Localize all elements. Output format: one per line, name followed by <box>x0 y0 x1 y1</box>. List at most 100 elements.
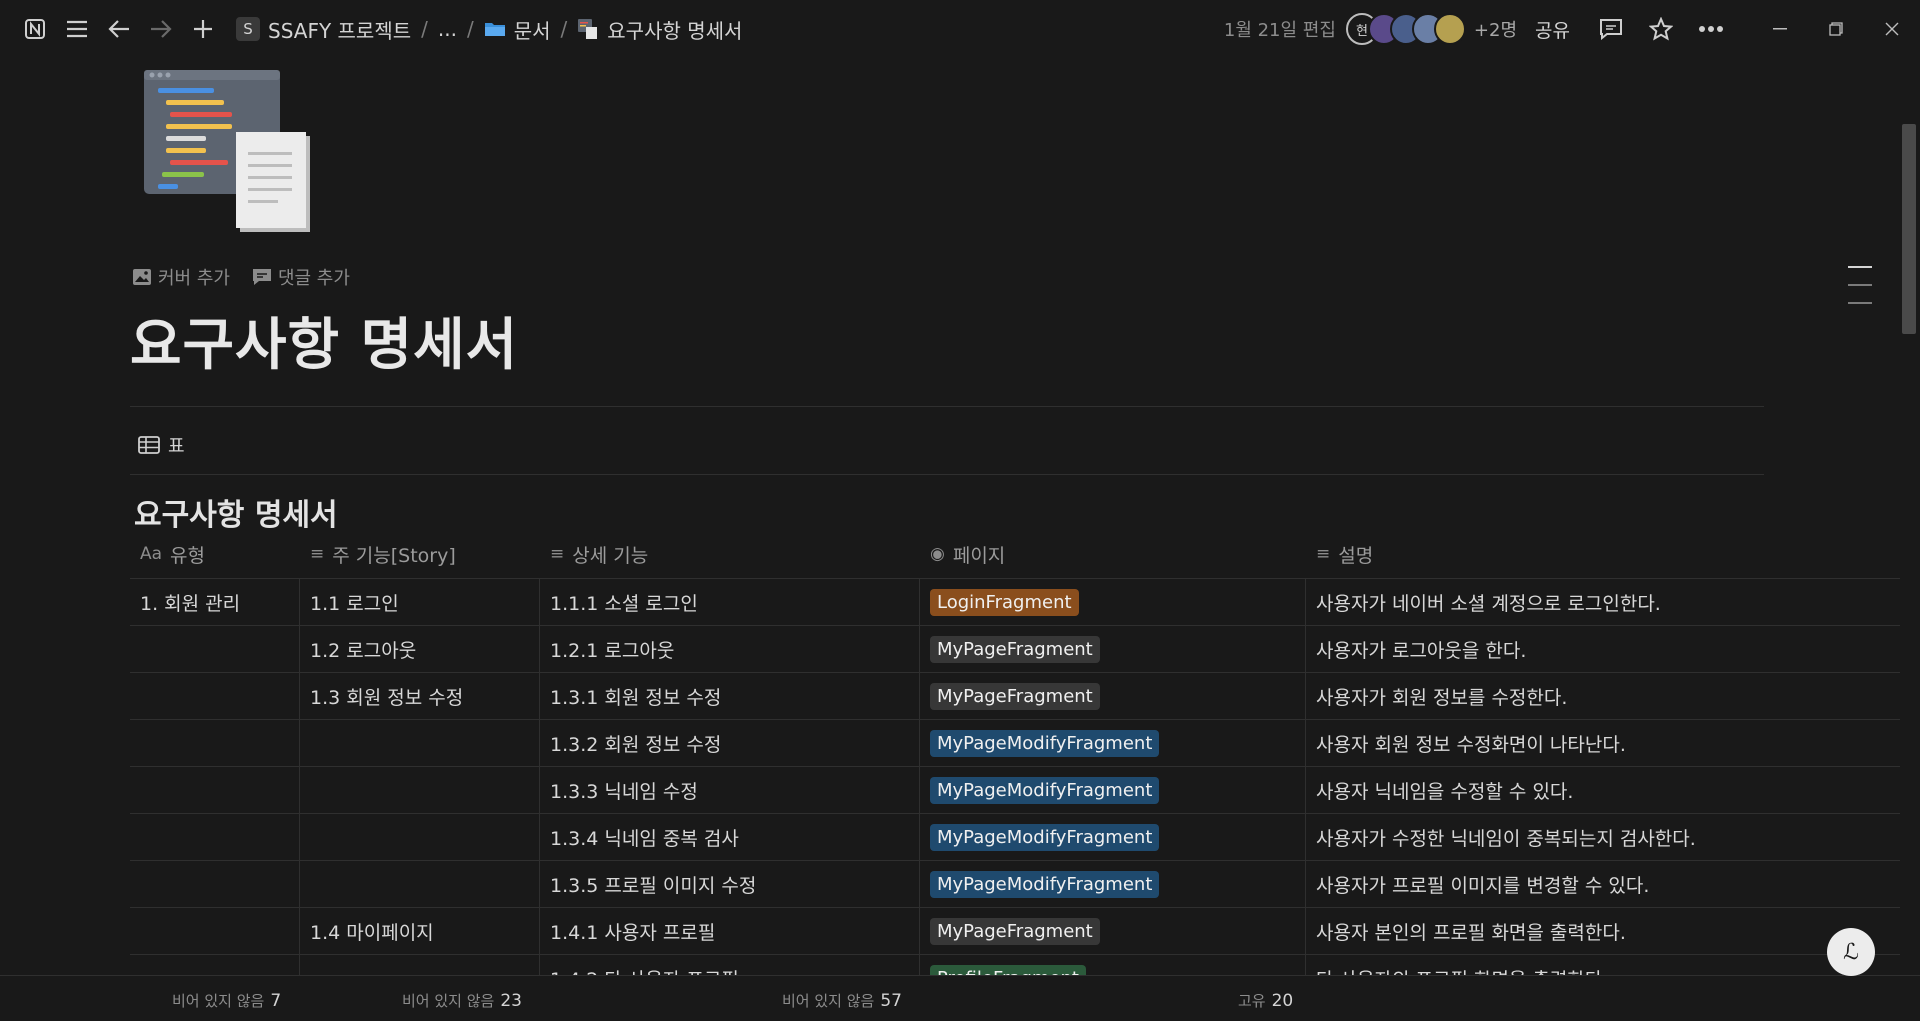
cell-description[interactable]: 사용자 회원 정보 수정화면이 나타난다. <box>1306 720 1900 766</box>
cell-page[interactable]: MyPageModifyFragment <box>920 814 1306 860</box>
calc-type[interactable]: 비어 있지 않음 7 <box>172 990 281 1011</box>
page-tag[interactable]: MyPageFragment <box>930 682 1100 710</box>
cell-story[interactable] <box>300 767 540 813</box>
page-tag[interactable]: MyPageFragment <box>930 917 1100 945</box>
outline-line[interactable] <box>1848 284 1872 286</box>
star-icon[interactable] <box>1644 12 1678 46</box>
cell-type[interactable]: 1. 회원 관리 <box>130 579 300 625</box>
more-icon[interactable] <box>1694 12 1728 46</box>
table-of-contents-outline[interactable] <box>1848 266 1872 320</box>
cell-description[interactable]: 타 사용자의 프로필 화면을 출력한다. <box>1306 955 1900 976</box>
column-header-page[interactable]: ◉ 페이지 <box>920 530 1306 578</box>
calc-story[interactable]: 비어 있지 않음 23 <box>402 990 522 1011</box>
view-tab-table[interactable]: 표 <box>138 432 185 458</box>
breadcrumb-workspace[interactable]: SSAFY 프로젝트 <box>268 15 411 44</box>
cell-page[interactable]: MyPageFragment <box>920 673 1306 719</box>
menu-icon[interactable] <box>60 12 94 46</box>
table-row[interactable]: 1.3.2 회원 정보 수정 MyPageModifyFragment 사용자 회원… <box>130 720 1900 767</box>
cell-detail[interactable]: 1.3.2 회원 정보 수정 <box>540 720 920 766</box>
cell-story[interactable] <box>300 955 540 975</box>
cell-detail[interactable]: 1.3.4 닉네임 중복 검사 <box>540 814 920 860</box>
workspace-badge[interactable]: S <box>236 17 260 41</box>
cell-type[interactable] <box>130 955 300 975</box>
table-row[interactable]: 1.2 로그아웃 1.2.1 로그아웃 MyPageFragment 사용자가 로그아… <box>130 626 1900 673</box>
share-button[interactable]: 공유 <box>1535 16 1570 43</box>
cell-detail[interactable]: 1.3.5 프로필 이미지 수정 <box>540 861 920 907</box>
cell-description[interactable]: 사용자 본인의 프로필 화면을 출력한다. <box>1306 908 1900 954</box>
avatar[interactable] <box>1433 13 1466 45</box>
cell-description[interactable]: 사용자가 프로필 이미지를 변경할 수 있다. <box>1306 861 1900 907</box>
breadcrumb-page[interactable]: 요구사항 명세서 <box>577 15 742 44</box>
calc-page[interactable]: 고유 20 <box>1238 990 1293 1011</box>
cell-description[interactable]: 사용자가 수정한 닉네임이 중복되는지 검사한다. <box>1306 814 1900 860</box>
cell-story[interactable] <box>300 720 540 766</box>
cell-description[interactable]: 사용자가 회원 정보를 수정한다. <box>1306 673 1900 719</box>
cell-page[interactable]: MyPageModifyFragment <box>920 861 1306 907</box>
cell-detail[interactable]: 1.2.1 로그아웃 <box>540 626 920 672</box>
table-row[interactable]: 1.3.3 닉네임 수정 MyPageModifyFragment 사용자 닉네임을… <box>130 767 1900 814</box>
close-icon[interactable] <box>1864 0 1920 58</box>
table-row[interactable]: 1.3.4 닉네임 중복 검사 MyPageModifyFragment 사용자가 … <box>130 814 1900 861</box>
column-header-story[interactable]: ≡ 주 기능[Story] <box>300 530 540 578</box>
page-tag[interactable]: MyPageModifyFragment <box>930 729 1160 757</box>
outline-line[interactable] <box>1848 266 1872 268</box>
more-people-count[interactable]: +2명 <box>1474 16 1517 42</box>
cell-page[interactable]: MyPageModifyFragment <box>920 720 1306 766</box>
cell-type[interactable] <box>130 908 300 954</box>
cell-type[interactable] <box>130 814 300 860</box>
cell-type[interactable] <box>130 767 300 813</box>
avatar-group[interactable]: 현 <box>1345 13 1466 45</box>
add-cover-button[interactable]: 커버 추가 <box>132 264 230 290</box>
cell-detail[interactable]: 1.3.1 회원 정보 수정 <box>540 673 920 719</box>
table-row[interactable]: 1.3 회원 정보 수정 1.3.1 회원 정보 수정 MyPageFragment… <box>130 673 1900 720</box>
page-icon[interactable] <box>140 66 318 238</box>
cell-page[interactable]: MyPageFragment <box>920 908 1306 954</box>
cell-story[interactable]: 1.2 로그아웃 <box>300 626 540 672</box>
add-comment-button[interactable]: 댓글 추가 <box>252 264 350 290</box>
column-header-description[interactable]: ≡ 설명 <box>1306 530 1900 578</box>
page-tag[interactable]: ProfileFragment <box>930 964 1086 975</box>
outline-line[interactable] <box>1848 302 1872 304</box>
table-row[interactable]: 1.3.5 프로필 이미지 수정 MyPageModifyFragment 사용자가… <box>130 861 1900 908</box>
help-button[interactable]: ℒ <box>1827 928 1875 976</box>
table-row[interactable]: 1.4.2 타 사용자 프로필 ProfileFragment 타 사용자의 프로필… <box>130 955 1900 975</box>
page-tag[interactable]: MyPageModifyFragment <box>930 823 1160 851</box>
cell-story[interactable]: 1.1 로그인 <box>300 579 540 625</box>
cell-story[interactable] <box>300 861 540 907</box>
notion-icon[interactable] <box>18 12 52 46</box>
minimize-icon[interactable] <box>1752 0 1808 58</box>
column-header-type[interactable]: Aa 유형 <box>130 530 300 578</box>
last-edited[interactable]: 1월 21일 편집 <box>1224 16 1336 42</box>
cell-detail[interactable]: 1.1.1 소셜 로그인 <box>540 579 920 625</box>
cell-page[interactable]: ProfileFragment <box>920 955 1306 975</box>
cell-description[interactable]: 사용자 닉네임을 수정할 수 있다. <box>1306 767 1900 813</box>
cell-detail[interactable]: 1.3.3 닉네임 수정 <box>540 767 920 813</box>
cell-type[interactable] <box>130 720 300 766</box>
cell-detail[interactable]: 1.4.1 사용자 프로필 <box>540 908 920 954</box>
page-tag[interactable]: LoginFragment <box>930 588 1079 616</box>
table-row[interactable]: 1. 회원 관리 1.1 로그인 1.1.1 소셜 로그인 LoginFragment… <box>130 579 1900 626</box>
cell-type[interactable] <box>130 861 300 907</box>
cell-type[interactable] <box>130 673 300 719</box>
cell-page[interactable]: MyPageModifyFragment <box>920 767 1306 813</box>
scrollbar-thumb[interactable] <box>1902 124 1916 334</box>
back-arrow-icon[interactable] <box>102 12 136 46</box>
breadcrumb-ellipsis[interactable]: ... <box>438 17 457 41</box>
cell-description[interactable]: 사용자가 네이버 소셜 계정으로 로그인한다. <box>1306 579 1900 625</box>
cell-story[interactable]: 1.4 마이페이지 <box>300 908 540 954</box>
forward-arrow-icon[interactable] <box>144 12 178 46</box>
cell-page[interactable]: LoginFragment <box>920 579 1306 625</box>
database-title[interactable]: 요구사항 명세서 <box>134 490 338 534</box>
cell-story[interactable]: 1.3 회원 정보 수정 <box>300 673 540 719</box>
plus-icon[interactable] <box>186 12 220 46</box>
page-tag[interactable]: MyPageFragment <box>930 635 1100 663</box>
table-row[interactable]: 1.4 마이페이지 1.4.1 사용자 프로필 MyPageFragment 사용자 … <box>130 908 1900 955</box>
cell-story[interactable] <box>300 814 540 860</box>
cell-page[interactable]: MyPageFragment <box>920 626 1306 672</box>
column-header-detail[interactable]: ≡ 상세 기능 <box>540 530 920 578</box>
calc-detail[interactable]: 비어 있지 않음 57 <box>782 990 902 1011</box>
page-tag[interactable]: MyPageModifyFragment <box>930 776 1160 804</box>
breadcrumb-folder[interactable]: 문서 <box>484 15 551 44</box>
cell-description[interactable]: 사용자가 로그아웃을 한다. <box>1306 626 1900 672</box>
restore-icon[interactable] <box>1808 0 1864 58</box>
